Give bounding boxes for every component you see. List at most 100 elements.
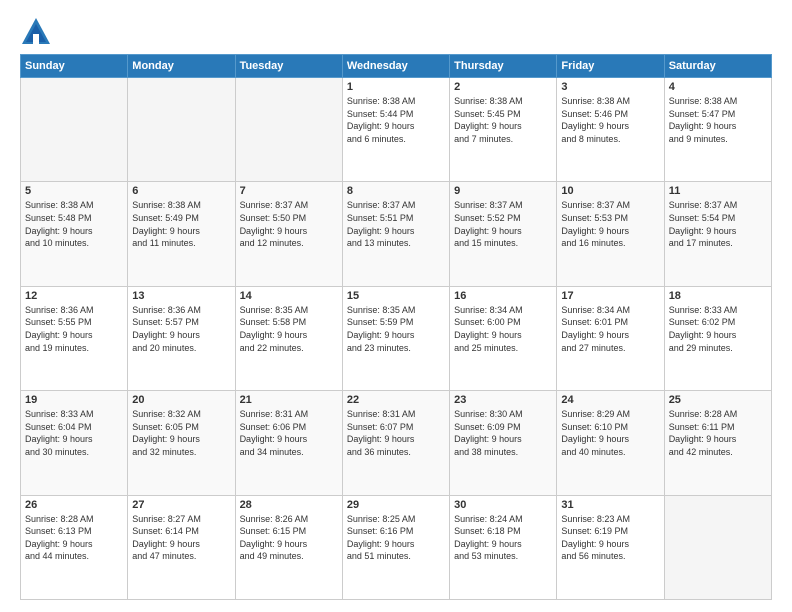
day-info: Sunrise: 8:35 AM Sunset: 5:59 PM Dayligh… xyxy=(347,304,445,354)
day-number: 4 xyxy=(669,81,767,93)
calendar-cell: 14 Sunrise: 8:35 AM Sunset: 5:58 PM Dayli… xyxy=(235,286,342,390)
logo xyxy=(20,16,52,44)
day-number: 17 xyxy=(561,290,659,302)
day-number: 12 xyxy=(25,290,123,302)
calendar-cell: 25 Sunrise: 8:28 AM Sunset: 6:11 PM Dayli… xyxy=(664,391,771,495)
col-header-sunday: Sunday xyxy=(21,55,128,78)
col-header-saturday: Saturday xyxy=(664,55,771,78)
calendar-cell: 19Sunrise: 8:33 AM Sunset: 6:04 PM Dayli… xyxy=(21,391,128,495)
calendar-cell: 10 Sunrise: 8:37 AM Sunset: 5:53 PM Dayli… xyxy=(557,182,664,286)
day-info: Sunrise: 8:25 AM Sunset: 6:16 PM Dayligh… xyxy=(347,513,445,563)
header xyxy=(20,16,772,44)
calendar-cell: 16 Sunrise: 8:34 AM Sunset: 6:00 PM Dayli… xyxy=(450,286,557,390)
day-number: 13 xyxy=(132,290,230,302)
calendar-cell: 23Sunrise: 8:30 AM Sunset: 6:09 PM Dayli… xyxy=(450,391,557,495)
day-number: 7 xyxy=(240,185,338,197)
calendar-cell: 4 Sunrise: 8:38 AM Sunset: 5:47 PM Daylig… xyxy=(664,78,771,182)
calendar-cell: 28 Sunrise: 8:26 AM Sunset: 6:15 PM Dayli… xyxy=(235,495,342,599)
calendar-cell: 11 Sunrise: 8:37 AM Sunset: 5:54 PM Dayli… xyxy=(664,182,771,286)
day-number: 1 xyxy=(347,81,445,93)
day-info: Sunrise: 8:38 AM Sunset: 5:47 PM Dayligh… xyxy=(669,95,767,145)
calendar-cell: 17 Sunrise: 8:34 AM Sunset: 6:01 PM Dayli… xyxy=(557,286,664,390)
day-info: Sunrise: 8:26 AM Sunset: 6:15 PM Dayligh… xyxy=(240,513,338,563)
day-number: 16 xyxy=(454,290,552,302)
calendar-cell: 31 Sunrise: 8:23 AM Sunset: 6:19 PM Dayli… xyxy=(557,495,664,599)
day-info: Sunrise: 8:34 AM Sunset: 6:01 PM Dayligh… xyxy=(561,304,659,354)
calendar-cell: 20 Sunrise: 8:32 AM Sunset: 6:05 PM Dayli… xyxy=(128,391,235,495)
calendar-cell: 27 Sunrise: 8:27 AM Sunset: 6:14 PM Dayli… xyxy=(128,495,235,599)
page: SundayMondayTuesdayWednesdayThursdayFrid… xyxy=(0,0,792,612)
day-number: 22 xyxy=(347,394,445,406)
calendar-cell: 24Sunrise: 8:29 AM Sunset: 6:10 PM Dayli… xyxy=(557,391,664,495)
day-info: Sunrise: 8:38 AM Sunset: 5:48 PM Dayligh… xyxy=(25,199,123,249)
day-info: Sunrise: 8:37 AM Sunset: 5:53 PM Dayligh… xyxy=(561,199,659,249)
col-header-thursday: Thursday xyxy=(450,55,557,78)
day-info: Sunrise: 8:33 AM Sunset: 6:02 PM Dayligh… xyxy=(669,304,767,354)
calendar-cell: 9 Sunrise: 8:37 AM Sunset: 5:52 PM Daylig… xyxy=(450,182,557,286)
day-number: 2 xyxy=(454,81,552,93)
day-info: Sunrise: 8:28 AM Sunset: 6:13 PM Dayligh… xyxy=(25,513,123,563)
day-number: 8 xyxy=(347,185,445,197)
day-info: Sunrise: 8:36 AM Sunset: 5:55 PM Dayligh… xyxy=(25,304,123,354)
day-info: Sunrise: 8:24 AM Sunset: 6:18 PM Dayligh… xyxy=(454,513,552,563)
day-info: Sunrise: 8:28 AM Sunset: 6:11 PM Dayligh… xyxy=(669,408,767,458)
day-info: Sunrise: 8:37 AM Sunset: 5:52 PM Dayligh… xyxy=(454,199,552,249)
day-info: Sunrise: 8:33 AM Sunset: 6:04 PM Dayligh… xyxy=(25,408,123,458)
day-info: Sunrise: 8:37 AM Sunset: 5:54 PM Dayligh… xyxy=(669,199,767,249)
day-number: 25 xyxy=(669,394,767,406)
calendar-cell: 7 Sunrise: 8:37 AM Sunset: 5:50 PM Daylig… xyxy=(235,182,342,286)
day-number: 21 xyxy=(240,394,338,406)
day-number: 11 xyxy=(669,185,767,197)
calendar-cell: 30 Sunrise: 8:24 AM Sunset: 6:18 PM Dayli… xyxy=(450,495,557,599)
day-number: 26 xyxy=(25,499,123,511)
day-number: 3 xyxy=(561,81,659,93)
logo-icon xyxy=(20,16,48,44)
day-info: Sunrise: 8:38 AM Sunset: 5:49 PM Dayligh… xyxy=(132,199,230,249)
day-info: Sunrise: 8:31 AM Sunset: 6:07 PM Dayligh… xyxy=(347,408,445,458)
day-info: Sunrise: 8:27 AM Sunset: 6:14 PM Dayligh… xyxy=(132,513,230,563)
calendar-cell: 21 Sunrise: 8:31 AM Sunset: 6:06 PM Dayli… xyxy=(235,391,342,495)
day-info: Sunrise: 8:38 AM Sunset: 5:46 PM Dayligh… xyxy=(561,95,659,145)
calendar-cell: 15 Sunrise: 8:35 AM Sunset: 5:59 PM Dayli… xyxy=(342,286,449,390)
day-number: 18 xyxy=(669,290,767,302)
calendar-cell: 5 Sunrise: 8:38 AM Sunset: 5:48 PM Daylig… xyxy=(21,182,128,286)
day-info: Sunrise: 8:37 AM Sunset: 5:50 PM Dayligh… xyxy=(240,199,338,249)
calendar-cell: 2 Sunrise: 8:38 AM Sunset: 5:45 PM Daylig… xyxy=(450,78,557,182)
calendar-cell: 8 Sunrise: 8:37 AM Sunset: 5:51 PM Daylig… xyxy=(342,182,449,286)
calendar-table: SundayMondayTuesdayWednesdayThursdayFrid… xyxy=(20,54,772,600)
calendar-cell: 6 Sunrise: 8:38 AM Sunset: 5:49 PM Daylig… xyxy=(128,182,235,286)
col-header-wednesday: Wednesday xyxy=(342,55,449,78)
day-number: 9 xyxy=(454,185,552,197)
calendar-cell: 1 Sunrise: 8:38 AM Sunset: 5:44 PM Daylig… xyxy=(342,78,449,182)
day-number: 14 xyxy=(240,290,338,302)
col-header-monday: Monday xyxy=(128,55,235,78)
calendar-cell xyxy=(235,78,342,182)
day-info: Sunrise: 8:37 AM Sunset: 5:51 PM Dayligh… xyxy=(347,199,445,249)
day-info: Sunrise: 8:36 AM Sunset: 5:57 PM Dayligh… xyxy=(132,304,230,354)
day-number: 20 xyxy=(132,394,230,406)
day-info: Sunrise: 8:38 AM Sunset: 5:45 PM Dayligh… xyxy=(454,95,552,145)
day-number: 6 xyxy=(132,185,230,197)
day-number: 10 xyxy=(561,185,659,197)
day-info: Sunrise: 8:29 AM Sunset: 6:10 PM Dayligh… xyxy=(561,408,659,458)
day-info: Sunrise: 8:35 AM Sunset: 5:58 PM Dayligh… xyxy=(240,304,338,354)
col-header-tuesday: Tuesday xyxy=(235,55,342,78)
day-info: Sunrise: 8:23 AM Sunset: 6:19 PM Dayligh… xyxy=(561,513,659,563)
day-number: 31 xyxy=(561,499,659,511)
calendar-cell: 13 Sunrise: 8:36 AM Sunset: 5:57 PM Dayli… xyxy=(128,286,235,390)
calendar-cell: 29Sunrise: 8:25 AM Sunset: 6:16 PM Dayli… xyxy=(342,495,449,599)
day-info: Sunrise: 8:31 AM Sunset: 6:06 PM Dayligh… xyxy=(240,408,338,458)
day-number: 5 xyxy=(25,185,123,197)
col-header-friday: Friday xyxy=(557,55,664,78)
day-number: 27 xyxy=(132,499,230,511)
day-info: Sunrise: 8:32 AM Sunset: 6:05 PM Dayligh… xyxy=(132,408,230,458)
calendar-cell xyxy=(21,78,128,182)
day-number: 28 xyxy=(240,499,338,511)
calendar-cell xyxy=(664,495,771,599)
day-info: Sunrise: 8:34 AM Sunset: 6:00 PM Dayligh… xyxy=(454,304,552,354)
day-number: 30 xyxy=(454,499,552,511)
day-info: Sunrise: 8:38 AM Sunset: 5:44 PM Dayligh… xyxy=(347,95,445,145)
day-number: 15 xyxy=(347,290,445,302)
calendar-cell: 3 Sunrise: 8:38 AM Sunset: 5:46 PM Daylig… xyxy=(557,78,664,182)
calendar-cell: 26 Sunrise: 8:28 AM Sunset: 6:13 PM Dayli… xyxy=(21,495,128,599)
